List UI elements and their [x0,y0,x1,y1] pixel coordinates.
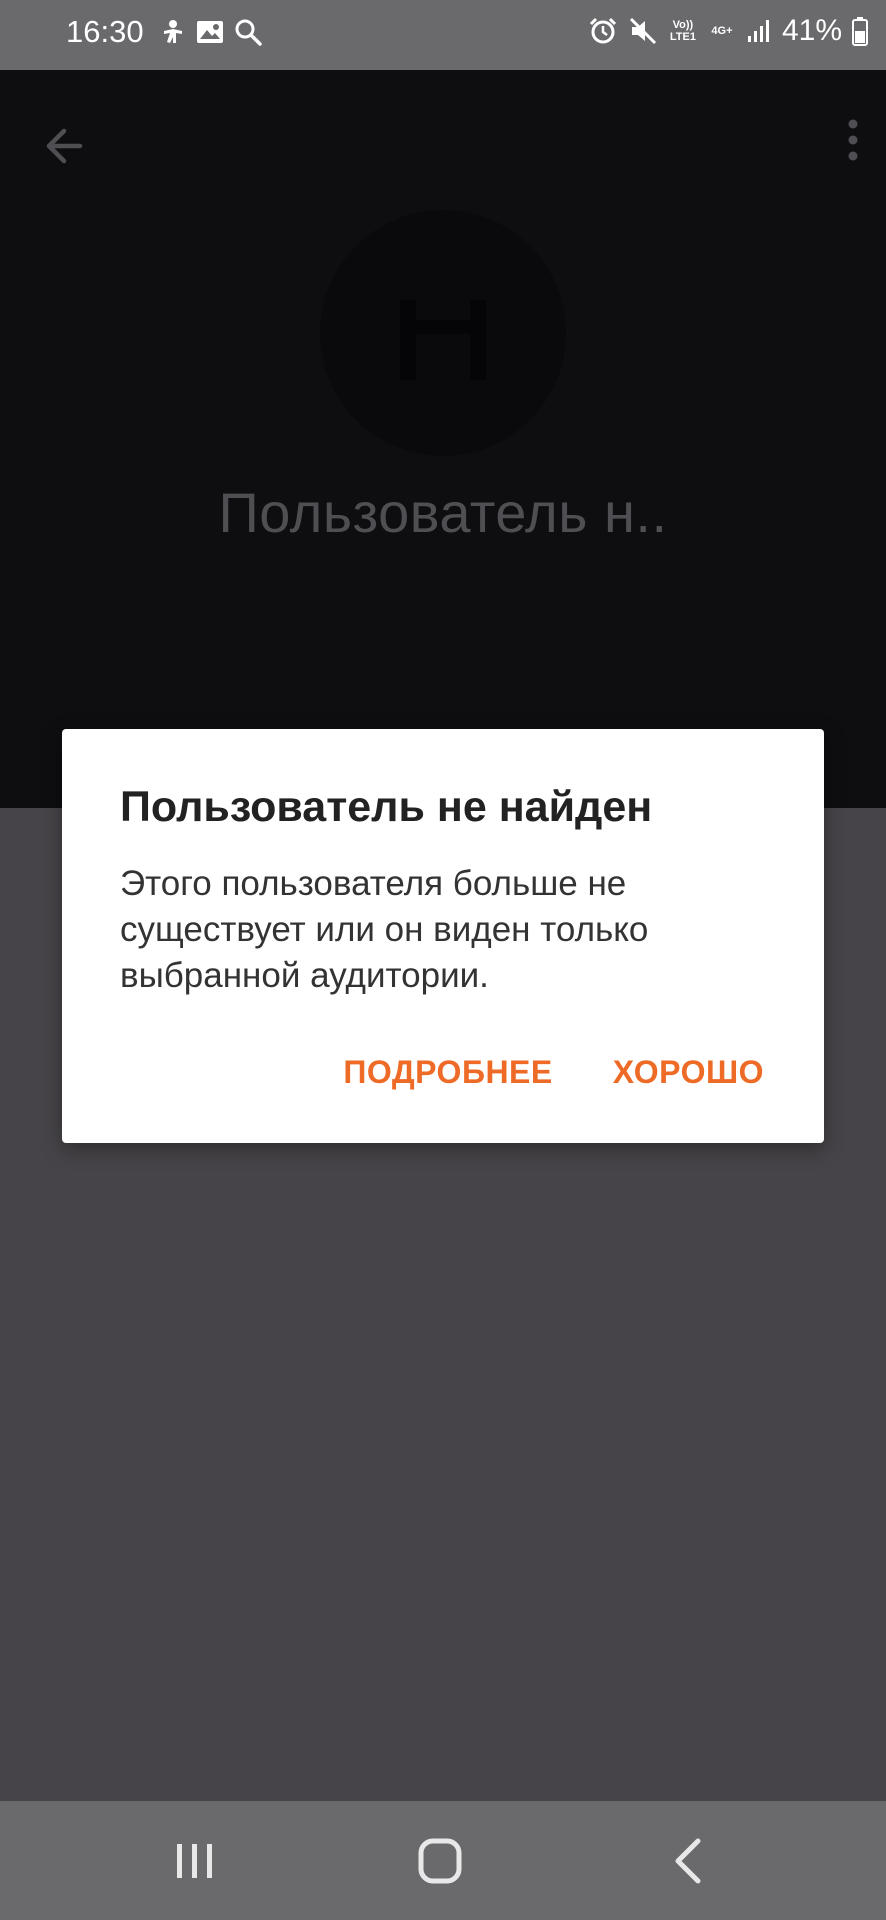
alarm-icon [589,17,617,44]
back-arrow-icon[interactable] [40,118,96,174]
home-icon[interactable] [410,1836,470,1886]
gallery-icon [197,21,223,43]
ok-button[interactable]: ХОРОШО [613,1054,764,1091]
more-info-button[interactable]: ПОДРОБНЕЕ [343,1054,552,1091]
navigation-bar [0,1801,886,1920]
battery-icon [852,17,868,46]
accessibility-icon [164,20,182,43]
avatar [320,210,566,456]
status-time: 16:30 [66,14,144,49]
volte-icon: Vo)) LTE1 [669,19,696,43]
mute-icon [629,17,657,45]
battery-percent: 41% [781,14,842,47]
status-right-icons: Vo)) LTE1 4G+ 41% [588,14,868,48]
dialog-message: Этого пользователя больше не существует … [120,864,649,995]
recents-icon[interactable] [165,1836,225,1886]
dialog-actions: ПОДРОБНЕЕ ХОРОШО [343,1054,764,1091]
signal-icon [747,20,769,42]
avatar-placeholder-icon [400,300,486,380]
profile-header: Пользователь н.. [0,70,886,808]
search-icon [235,19,262,46]
status-left-icons [160,18,262,46]
nav-back-icon[interactable] [660,1836,720,1886]
status-bar: 16:30 Vo)) LTE1 4G+ 41% [0,0,886,70]
dialog-title: Пользователь не найден [120,783,653,831]
user-not-found-dialog: Пользователь не найден Этого пользовател… [62,729,824,1143]
4g-icon: 4G+ [711,25,733,37]
more-options-icon[interactable] [838,114,868,170]
profile-name: Пользователь н.. [218,481,668,544]
